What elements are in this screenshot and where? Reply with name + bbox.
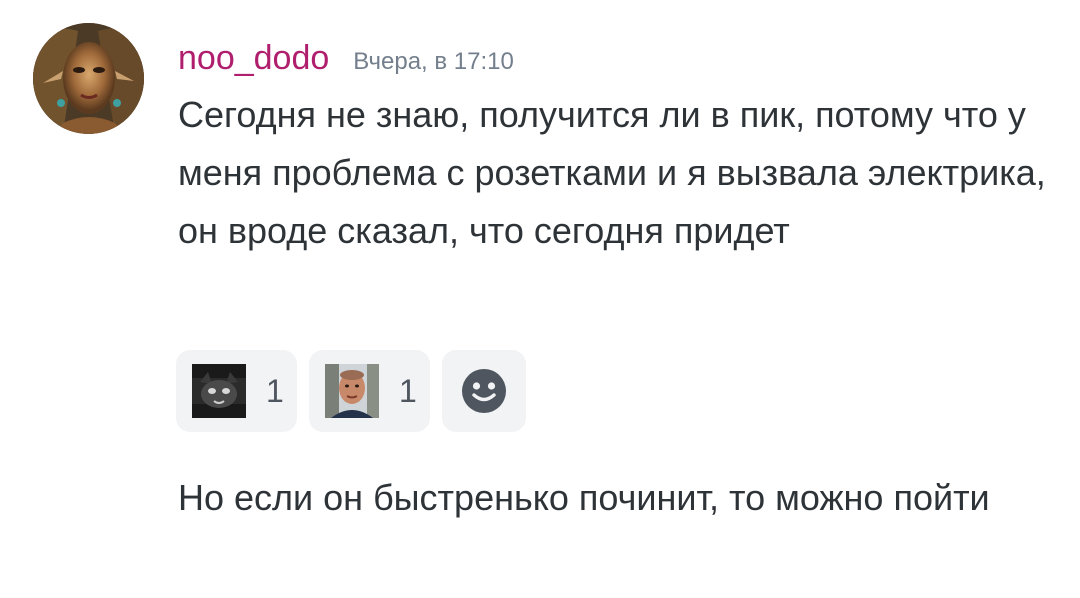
message-text-followup: Но если он быстренько починит, то можно … bbox=[178, 477, 990, 518]
man-face-emoji bbox=[325, 364, 379, 418]
add-reaction-button[interactable] bbox=[442, 350, 526, 432]
reactions-bar: 1 1 bbox=[176, 350, 526, 432]
message-timestamp: Вчера, в 17:10 bbox=[353, 48, 514, 75]
reaction-cat[interactable]: 1 bbox=[176, 350, 297, 432]
reaction-count: 1 bbox=[399, 372, 417, 409]
cat-face-emoji bbox=[192, 364, 246, 418]
reaction-man[interactable]: 1 bbox=[309, 350, 430, 432]
reaction-count: 1 bbox=[266, 372, 284, 409]
message-text: Сегодня не знаю, получится ли в пик, пот… bbox=[178, 94, 1046, 251]
avatar-image bbox=[33, 23, 144, 134]
author-name[interactable]: noo_dodo bbox=[178, 33, 329, 83]
smiley-face-icon bbox=[462, 369, 506, 413]
message-header: noo_dodo Вчера, в 17:10 bbox=[178, 33, 514, 83]
author-avatar[interactable] bbox=[33, 23, 144, 134]
